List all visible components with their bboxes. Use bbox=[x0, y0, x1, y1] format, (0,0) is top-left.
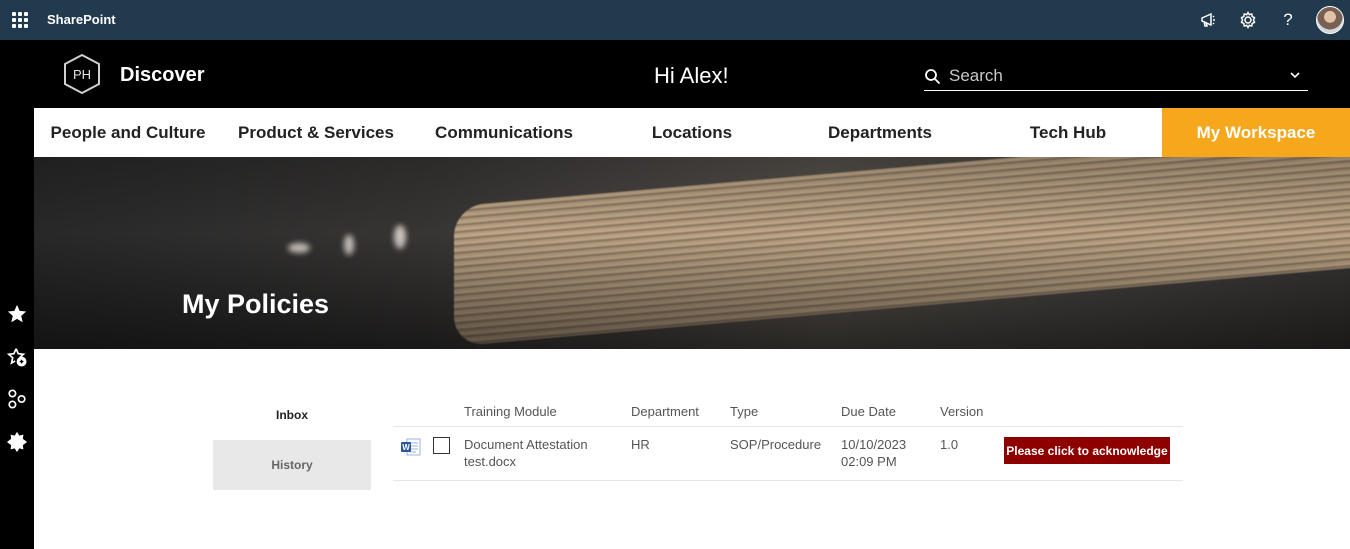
column-header-version[interactable]: Version bbox=[940, 404, 983, 419]
nav-item-tech-hub[interactable]: Tech Hub bbox=[974, 108, 1162, 157]
type-cell: SOP/Procedure bbox=[730, 437, 822, 452]
nav-item-communications[interactable]: Communications bbox=[410, 108, 598, 157]
suite-bar: SharePoint ? bbox=[0, 0, 1350, 40]
star-icon[interactable] bbox=[5, 302, 29, 326]
column-header-training-module[interactable]: Training Module bbox=[464, 404, 557, 419]
user-avatar[interactable] bbox=[1316, 6, 1344, 34]
version-cell: 1.0 bbox=[940, 437, 959, 452]
due-date-value: 10/10/2023 bbox=[841, 437, 907, 452]
column-header-due-date[interactable]: Due Date bbox=[841, 404, 896, 419]
nav-item-departments[interactable]: Departments bbox=[786, 108, 974, 157]
left-app-bar bbox=[0, 40, 34, 549]
search-input[interactable] bbox=[949, 66, 1269, 86]
hero-banner: My Policies bbox=[34, 157, 1350, 349]
due-date-cell: 10/10/2023 02:09 PM bbox=[841, 436, 906, 470]
page-title: My Policies bbox=[182, 289, 330, 319]
row-select-checkbox[interactable] bbox=[433, 437, 450, 454]
nav-item-locations[interactable]: Locations bbox=[598, 108, 786, 157]
badge-icon[interactable] bbox=[5, 430, 29, 454]
help-question-icon[interactable]: ? bbox=[1276, 8, 1300, 32]
nav-item-my-workspace[interactable]: My Workspace bbox=[1162, 108, 1350, 157]
nav-item-product-services[interactable]: Product & Services bbox=[222, 108, 410, 157]
chevron-down-icon[interactable] bbox=[1288, 68, 1302, 82]
app-launcher-icon[interactable] bbox=[12, 12, 28, 28]
training-module-cell[interactable]: Document Attestation test.docx bbox=[464, 436, 588, 470]
site-logo[interactable]: PH bbox=[62, 53, 102, 95]
site-header: PH Discover Hi Alex! bbox=[34, 40, 1350, 108]
suite-app-name[interactable]: SharePoint bbox=[47, 12, 116, 27]
training-module-file: test.docx bbox=[464, 454, 517, 469]
due-time-value: 02:09 PM bbox=[841, 454, 897, 469]
policy-table: Training Module Department Type Due Date… bbox=[393, 397, 1183, 481]
svg-text:W: W bbox=[402, 443, 410, 452]
table-row: W Document Attestation test.docx HR SOP/… bbox=[393, 427, 1183, 481]
acknowledge-button[interactable]: Please click to acknowledge bbox=[1004, 437, 1170, 464]
greeting-text: Hi Alex! bbox=[654, 63, 729, 88]
logo-text: PH bbox=[73, 67, 91, 82]
star-add-icon[interactable] bbox=[5, 345, 29, 369]
search-box[interactable] bbox=[924, 62, 1308, 91]
site-title[interactable]: Discover bbox=[120, 64, 205, 87]
word-document-icon: W bbox=[401, 438, 421, 456]
column-header-department[interactable]: Department bbox=[631, 404, 699, 419]
column-header-type[interactable]: Type bbox=[730, 404, 758, 419]
policy-tabs: Inbox History bbox=[213, 390, 371, 490]
department-cell: HR bbox=[631, 437, 650, 452]
training-module-name: Document Attestation bbox=[464, 437, 588, 452]
megaphone-icon[interactable] bbox=[1196, 8, 1220, 32]
nav-item-people-and-culture[interactable]: People and Culture bbox=[34, 108, 222, 157]
search-icon bbox=[925, 68, 941, 84]
settings-gear-icon[interactable] bbox=[1236, 8, 1260, 32]
top-navigation: People and Culture Product & Services Co… bbox=[34, 108, 1350, 157]
nodes-icon[interactable] bbox=[5, 387, 29, 411]
tab-inbox[interactable]: Inbox bbox=[213, 390, 371, 440]
tab-history[interactable]: History bbox=[213, 440, 371, 490]
table-header: Training Module Department Type Due Date… bbox=[393, 397, 1183, 427]
